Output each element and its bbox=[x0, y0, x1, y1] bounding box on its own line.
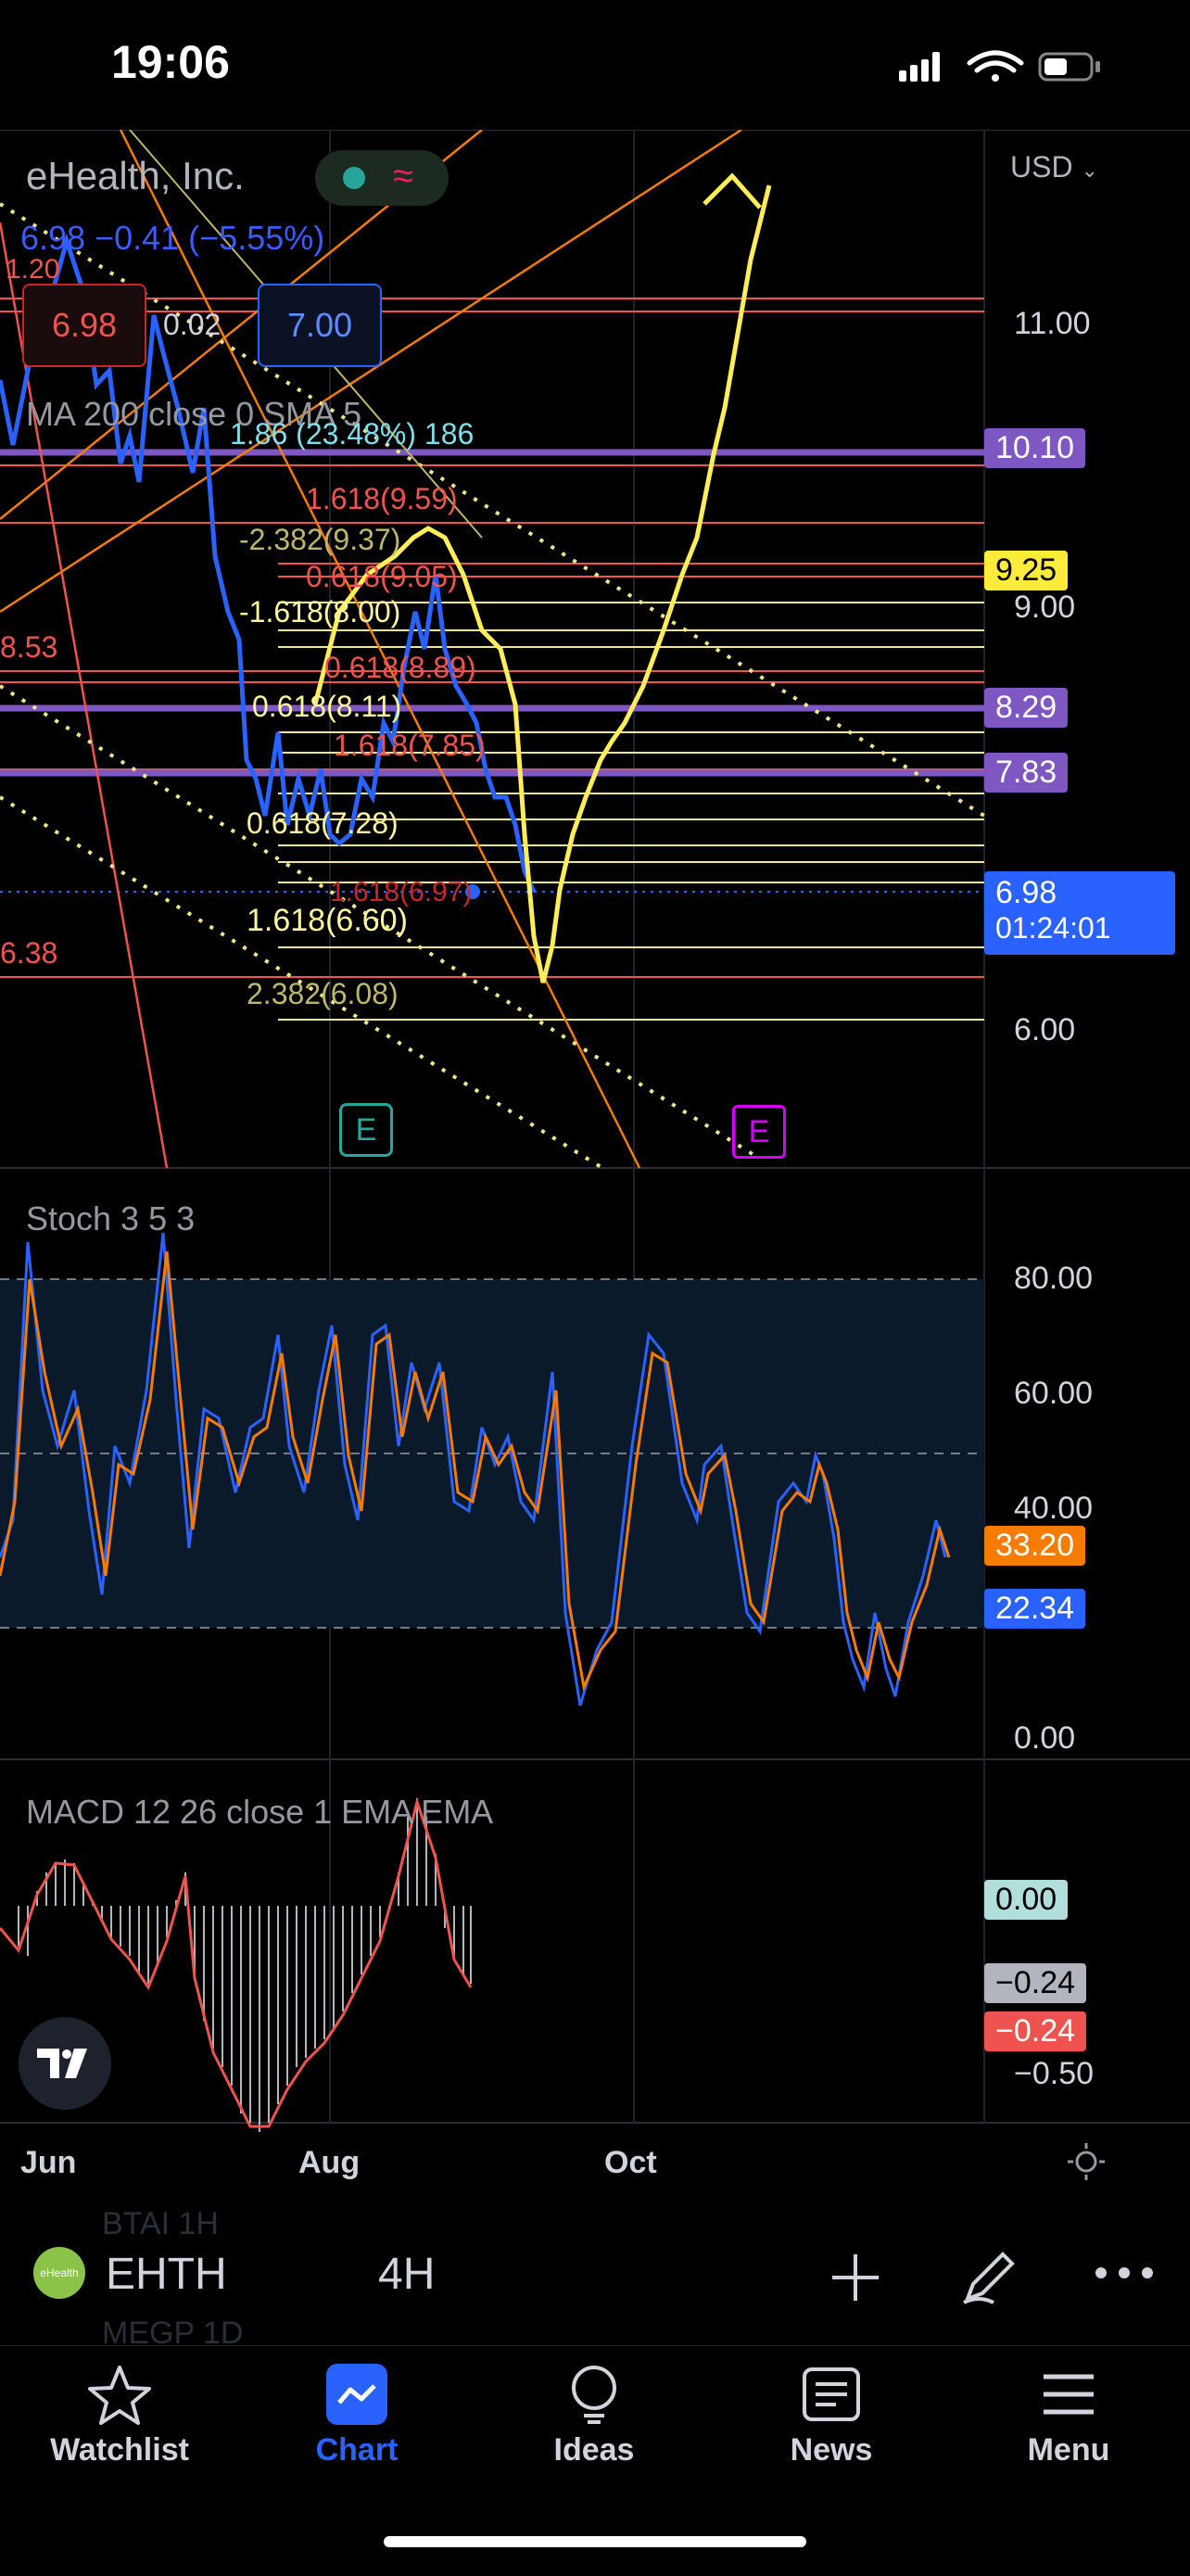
fib-label: 0.618(7.28) bbox=[247, 806, 399, 840]
fib-label: 1.618(9.59) bbox=[306, 482, 458, 515]
macd-line-tag: −0.24 bbox=[984, 2011, 1087, 2051]
tab-news[interactable]: News bbox=[725, 2364, 938, 2468]
spread: 0.02 bbox=[163, 308, 222, 341]
fib-label: 0.618(8.11) bbox=[252, 690, 402, 723]
tab-watchlist[interactable]: Watchlist bbox=[13, 2364, 226, 2468]
currency-selector[interactable]: USD ⌄ bbox=[1010, 150, 1098, 184]
level-tag-10-10: 10.10 bbox=[984, 428, 1086, 468]
macd-signal-tag: −0.24 bbox=[984, 1963, 1087, 2003]
market-open-dot bbox=[343, 167, 365, 189]
chevron-down-icon: ⌄ bbox=[1081, 159, 1098, 182]
bar-countdown: 01:24:01 bbox=[995, 911, 1111, 945]
tradingview-logo-button[interactable] bbox=[19, 2017, 111, 2110]
current-price: 6.98 bbox=[995, 875, 1057, 910]
tradingview-logo-icon bbox=[37, 2049, 87, 2078]
fib-label: 1.618(7.85) bbox=[334, 729, 486, 762]
fib-label: 1.20 bbox=[6, 254, 60, 285]
battery-icon bbox=[1038, 52, 1100, 82]
price-axis-label: 6.00 bbox=[1014, 1012, 1076, 1047]
fib-label: 6.38 bbox=[0, 936, 58, 970]
drawing-pen-icon[interactable] bbox=[960, 2247, 1019, 2306]
stoch-indicator-label[interactable]: Stoch 3 5 3 bbox=[26, 1199, 195, 1238]
fib-label: -2.382(9.37) bbox=[239, 523, 401, 556]
stoch-k-tag: 22.34 bbox=[984, 1589, 1086, 1629]
interval-selector[interactable]: 4H bbox=[378, 2249, 435, 2300]
macd-histogram-tag: 0.00 bbox=[984, 1880, 1069, 1920]
tab-menu[interactable]: Menu bbox=[962, 2364, 1175, 2468]
time-axis-label: Jun bbox=[20, 2145, 77, 2180]
settings-sun-icon[interactable] bbox=[1066, 2141, 1107, 2182]
level-tag-7-83: 7.83 bbox=[984, 753, 1069, 793]
status-icons bbox=[899, 50, 1100, 82]
stoch-axis-label: 80.00 bbox=[1014, 1261, 1094, 1296]
tab-ideas[interactable]: Ideas bbox=[487, 2364, 701, 2468]
tab-label: Ideas bbox=[553, 2432, 635, 2468]
price-axis-label: 9.00 bbox=[1014, 590, 1076, 625]
fib-label: 1.618(6.97) bbox=[330, 877, 473, 907]
price-axis-label: 11.00 bbox=[1014, 306, 1091, 341]
tab-label: Watchlist bbox=[50, 2432, 189, 2468]
chart-icon bbox=[326, 2364, 387, 2425]
trend-lines bbox=[0, 130, 986, 1170]
buy-price: 7.00 bbox=[286, 306, 353, 344]
macd-indicator-label[interactable]: MACD 12 26 close 1 EMA EMA bbox=[26, 1793, 493, 1832]
add-icon[interactable] bbox=[829, 2251, 882, 2304]
wifi-icon bbox=[967, 50, 1024, 82]
stoch-axis-label: 60.00 bbox=[1014, 1376, 1094, 1411]
tab-label: News bbox=[790, 2432, 873, 2468]
fib-label: 0.618(8.89) bbox=[324, 651, 476, 684]
star-icon bbox=[88, 2366, 151, 2425]
level-tag-8-29: 8.29 bbox=[984, 688, 1069, 728]
fib-label: 2.382(6.08) bbox=[247, 977, 399, 1010]
earnings-marker-past[interactable]: E bbox=[339, 1103, 393, 1157]
tab-label: Menu bbox=[1027, 2432, 1110, 2468]
home-indicator[interactable] bbox=[384, 2536, 806, 2547]
tab-chart[interactable]: Chart bbox=[250, 2364, 463, 2468]
projection-arrowhead bbox=[703, 172, 762, 209]
more-icon[interactable] bbox=[1094, 2264, 1155, 2282]
buy-button[interactable]: 7.00 bbox=[258, 284, 382, 367]
fib-label: 1.86 (23.48%) 186 bbox=[230, 417, 475, 450]
sell-price: 6.98 bbox=[51, 306, 118, 344]
market-status-badge[interactable]: ≈ bbox=[315, 150, 449, 206]
sell-button[interactable]: 6.98 bbox=[22, 284, 146, 367]
symbol-toolbar: BTAI 1H MEGP 1D eHealth EHTH 4H bbox=[0, 2206, 1190, 2351]
stoch-d-tag: 33.20 bbox=[984, 1526, 1086, 1566]
signal-icon bbox=[899, 52, 940, 82]
company-name[interactable]: eHealth, Inc. bbox=[26, 154, 245, 198]
stoch-axis-label: 40.00 bbox=[1014, 1491, 1094, 1526]
tab-label: Chart bbox=[315, 2432, 399, 2468]
time-axis-label: Aug bbox=[298, 2145, 361, 2180]
status-bar: 19:06 bbox=[0, 0, 1190, 130]
lightbulb-icon bbox=[572, 2366, 616, 2424]
ghost-symbol-top: BTAI 1H bbox=[102, 2206, 219, 2241]
symbol-selector[interactable]: EHTH bbox=[106, 2249, 227, 2300]
stoch-axis-label: 0.00 bbox=[1014, 1720, 1076, 1756]
current-price-tag: 6.98 01:24:01 bbox=[984, 871, 1175, 955]
macd-axis-label: −0.50 bbox=[1014, 2056, 1095, 2091]
status-time: 19:06 bbox=[111, 36, 230, 88]
approx-icon: ≈ bbox=[393, 156, 413, 197]
symbol-logo: eHealth bbox=[33, 2247, 85, 2299]
earnings-marker-upcoming[interactable]: E bbox=[732, 1105, 786, 1159]
time-axis-label: Oct bbox=[604, 2145, 657, 2180]
fib-label: -1.618(8.00) bbox=[239, 595, 401, 628]
price-change: 6.98 −0.41 (−5.55%) bbox=[20, 219, 325, 257]
level-tag-9-25: 9.25 bbox=[984, 551, 1069, 590]
fib-label: 8.53 bbox=[0, 630, 58, 664]
hamburger-menu-icon bbox=[1044, 2374, 1094, 2415]
news-icon bbox=[803, 2367, 860, 2421]
fib-label: 0.618(9.05) bbox=[306, 560, 458, 593]
currency-label: USD bbox=[1010, 150, 1073, 184]
